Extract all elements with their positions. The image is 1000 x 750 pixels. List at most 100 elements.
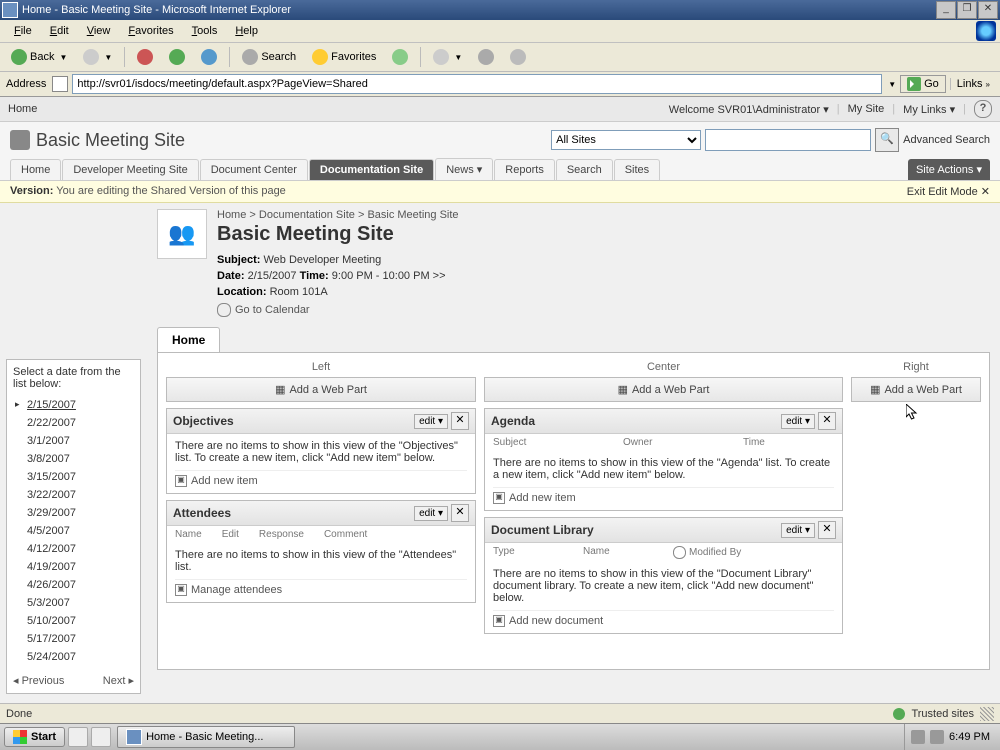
go-to-calendar-link[interactable]: Go to Calendar: [235, 304, 310, 316]
date-item[interactable]: 4/12/2007: [13, 540, 134, 558]
date-item[interactable]: 5/24/2007: [13, 648, 134, 666]
manage-attendees-link[interactable]: Manage attendees: [191, 584, 282, 596]
date-item[interactable]: 3/1/2007: [13, 432, 134, 450]
search-go-button[interactable]: 🔍: [875, 128, 899, 152]
refresh-icon: [169, 49, 185, 65]
menu-help[interactable]: Help: [227, 23, 266, 39]
next-dates-link[interactable]: Next ▸: [103, 674, 134, 687]
date-item[interactable]: 5/10/2007: [13, 612, 134, 630]
wp-attendees-edit[interactable]: edit ▾: [414, 506, 448, 521]
wp-agenda-edit[interactable]: edit ▾: [781, 414, 815, 429]
help-icon[interactable]: ?: [974, 100, 992, 118]
date-item[interactable]: 3/29/2007: [13, 504, 134, 522]
links-toolbar[interactable]: Links »: [950, 78, 996, 90]
mail-button[interactable]: ▼: [426, 46, 469, 68]
my-site-link[interactable]: My Site: [848, 103, 885, 115]
page-icon: [52, 76, 68, 92]
back-button[interactable]: Back▼: [4, 46, 74, 68]
breadcrumb-home[interactable]: Home: [217, 209, 246, 221]
back-icon: [11, 49, 27, 65]
start-button[interactable]: Start: [4, 727, 65, 747]
add-webpart-left[interactable]: ▦Add a Web Part: [166, 377, 476, 402]
tab-news[interactable]: News ▾: [435, 158, 493, 180]
breadcrumb-docsite[interactable]: Documentation Site: [259, 209, 355, 221]
tab-document-center[interactable]: Document Center: [200, 159, 308, 180]
go-label: Go: [924, 78, 939, 90]
wp-doclib-edit[interactable]: edit ▾: [781, 523, 815, 538]
stop-button[interactable]: [130, 46, 160, 68]
date-item[interactable]: 2/22/2007: [13, 414, 134, 432]
date-picker-panel: Select a date from the list below: 2/15/…: [6, 359, 141, 694]
search-button[interactable]: Search: [235, 46, 303, 68]
zone-center-label: Center: [484, 361, 843, 373]
forward-button[interactable]: ▼: [76, 46, 119, 68]
site-actions-menu[interactable]: Site Actions ▾: [908, 159, 990, 180]
add-document-link[interactable]: Add new document: [509, 615, 603, 627]
tray-icon[interactable]: [911, 730, 925, 744]
favorites-button[interactable]: Favorites: [305, 46, 383, 68]
quick-launch-ie[interactable]: [91, 727, 111, 747]
advanced-search-link[interactable]: Advanced Search: [903, 134, 990, 146]
tab-reports[interactable]: Reports: [494, 159, 555, 180]
tab-search[interactable]: Search: [556, 159, 613, 180]
search-scope-select[interactable]: All Sites: [551, 130, 701, 150]
wp-attendees-close[interactable]: ✕: [451, 504, 469, 522]
menu-favorites[interactable]: Favorites: [120, 23, 181, 39]
wp-objectives-edit[interactable]: edit ▾: [414, 414, 448, 429]
date-item[interactable]: 3/8/2007: [13, 450, 134, 468]
sp-home-link[interactable]: Home: [8, 103, 37, 115]
print-button[interactable]: [471, 46, 501, 68]
add-webpart-right[interactable]: ▦Add a Web Part: [851, 377, 981, 402]
tab-sites[interactable]: Sites: [614, 159, 660, 180]
security-zone-label: Trusted sites: [911, 708, 974, 720]
sp-header: Basic Meeting Site All Sites 🔍 Advanced …: [0, 122, 1000, 181]
menu-tools[interactable]: Tools: [184, 23, 226, 39]
search-input[interactable]: [705, 129, 871, 151]
exit-edit-mode-button[interactable]: Exit Edit Mode ✕: [907, 185, 990, 198]
zone-right-label: Right: [851, 361, 981, 373]
add-webpart-center[interactable]: ▦Add a Web Part: [484, 377, 843, 402]
add-objectives-item[interactable]: Add new item: [191, 475, 258, 487]
home-button[interactable]: [194, 46, 224, 68]
prev-dates-link[interactable]: ◂ Previous: [13, 674, 64, 687]
menu-file[interactable]: File: [6, 23, 40, 39]
go-button[interactable]: Go: [900, 75, 946, 93]
refresh-button[interactable]: [162, 46, 192, 68]
date-item[interactable]: 4/19/2007: [13, 558, 134, 576]
address-dropdown[interactable]: ▼: [888, 80, 896, 89]
wp-doclib-close[interactable]: ✕: [818, 521, 836, 539]
menu-view[interactable]: View: [79, 23, 119, 39]
tray-icon[interactable]: [930, 730, 944, 744]
wp-agenda-close[interactable]: ✕: [818, 412, 836, 430]
wp-objectives-close[interactable]: ✕: [451, 412, 469, 430]
address-input[interactable]: [72, 74, 882, 94]
separator: [229, 47, 230, 67]
taskbar-ie-window[interactable]: Home - Basic Meeting...: [117, 726, 295, 748]
tab-documentation-site[interactable]: Documentation Site: [309, 159, 434, 180]
more-times-link[interactable]: >>: [433, 270, 446, 282]
date-item[interactable]: 5/3/2007: [13, 594, 134, 612]
welcome-menu[interactable]: Welcome SVR01\Administrator ▾: [669, 103, 829, 116]
resize-grip[interactable]: [980, 707, 994, 721]
history-button[interactable]: [385, 46, 415, 68]
menu-edit[interactable]: Edit: [42, 23, 77, 39]
restore-button[interactable]: ❐: [957, 1, 977, 19]
close-window-button[interactable]: ✕: [978, 1, 998, 19]
windows-logo-icon: [13, 730, 27, 744]
my-links-menu[interactable]: My Links ▾: [903, 103, 955, 116]
date-item[interactable]: 3/15/2007: [13, 468, 134, 486]
date-item[interactable]: 3/22/2007: [13, 486, 134, 504]
tab-home[interactable]: Home: [10, 159, 61, 180]
add-agenda-item[interactable]: Add new item: [509, 492, 576, 504]
date-item[interactable]: 4/5/2007: [13, 522, 134, 540]
tab-developer-meeting-site[interactable]: Developer Meeting Site: [62, 159, 198, 180]
date-item[interactable]: 2/15/2007: [13, 396, 134, 414]
date-item[interactable]: 5/17/2007: [13, 630, 134, 648]
date-item[interactable]: 4/26/2007: [13, 576, 134, 594]
quick-launch-desktop[interactable]: [68, 727, 88, 747]
meeting-tab-home[interactable]: Home: [157, 327, 220, 352]
page-title: Basic Meeting Site: [217, 223, 459, 246]
edit-button[interactable]: [503, 46, 533, 68]
minimize-button[interactable]: _: [936, 1, 956, 19]
site-logo-icon: [10, 130, 30, 150]
